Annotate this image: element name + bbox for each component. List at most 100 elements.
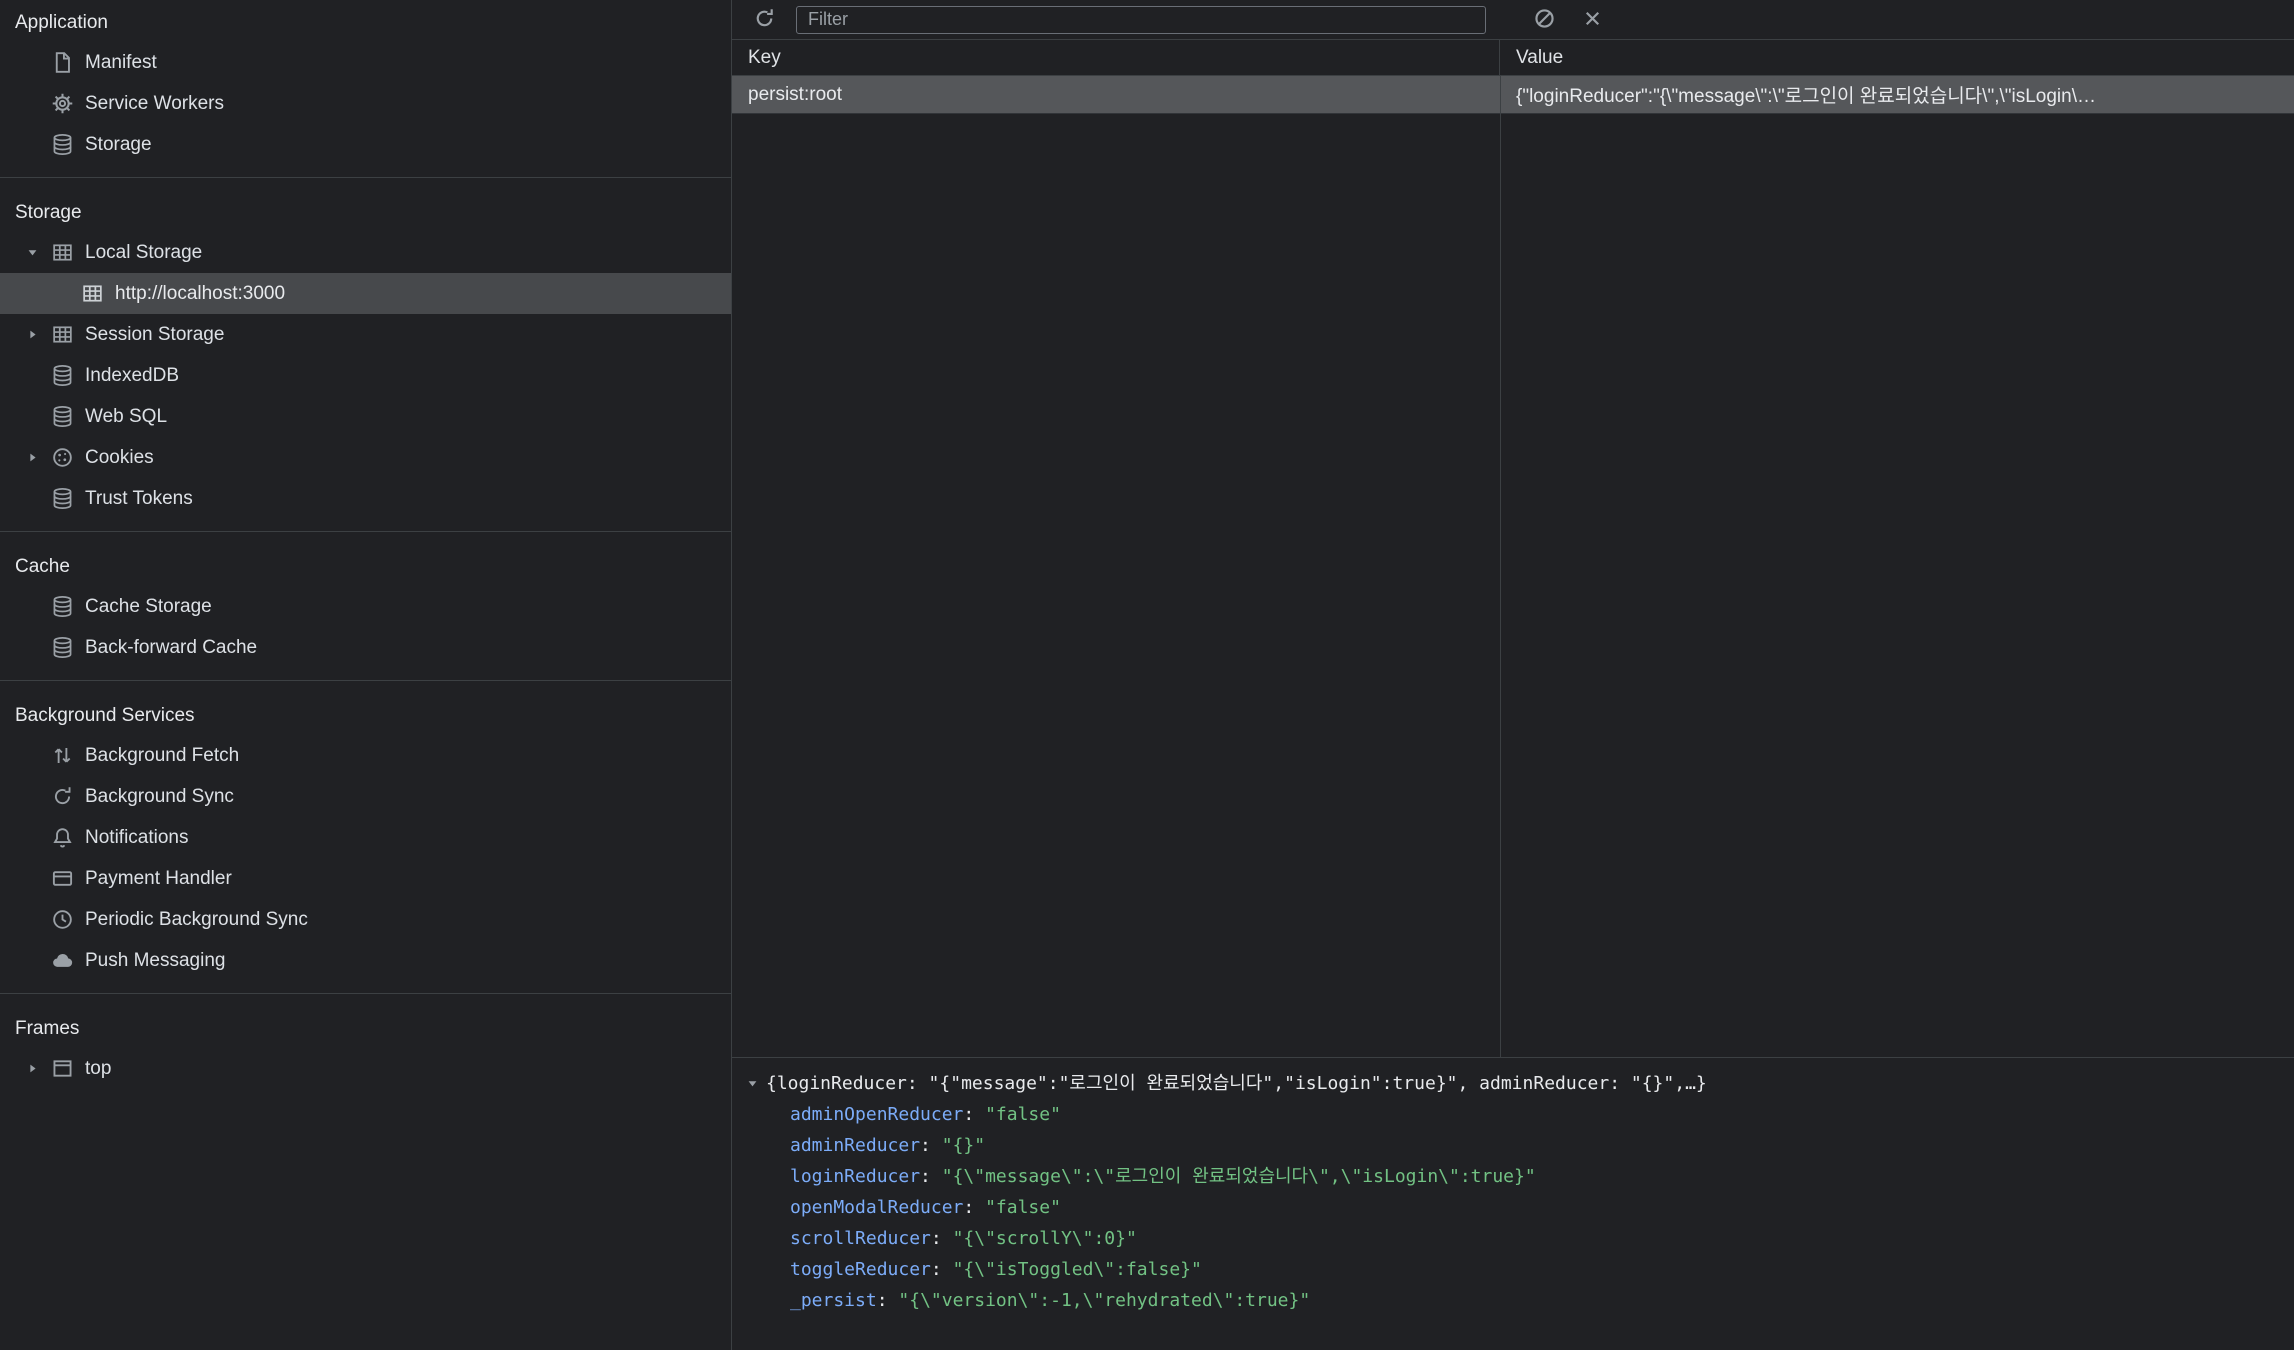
sidebar-item-label: Storage xyxy=(85,134,152,156)
column-header-key[interactable]: Key xyxy=(732,40,1500,75)
section-title: Application xyxy=(0,0,731,42)
filter-input[interactable] xyxy=(808,9,1474,30)
sidebar-item-indexeddb[interactable]: IndexedDB xyxy=(0,355,731,396)
sidebar-item-label: Periodic Background Sync xyxy=(85,909,308,931)
sidebar-item-label: Web SQL xyxy=(85,406,167,428)
property-colon: : xyxy=(963,1104,985,1125)
preview-entry: adminReducer: "{}" xyxy=(790,1130,2278,1161)
sidebar-item-trust-tokens[interactable]: Trust Tokens xyxy=(0,478,731,519)
property-name: adminOpenReducer xyxy=(790,1104,963,1125)
table-icon xyxy=(50,241,74,265)
sidebar-item-session-storage[interactable]: Session Storage xyxy=(0,314,731,355)
property-name: toggleReducer xyxy=(790,1259,931,1280)
row-value: {"loginReducer":"{\"message\":\"로그인이 완료되… xyxy=(1500,81,2294,108)
column-header-value[interactable]: Value xyxy=(1500,40,2294,75)
gear-icon xyxy=(50,92,74,116)
sidebar-item-notifications[interactable]: Notifications xyxy=(0,817,731,858)
sidebar-item-service-workers[interactable]: Service Workers xyxy=(0,83,731,124)
sidebar-item-local-storage[interactable]: Local Storage xyxy=(0,232,731,273)
sidebar-item-manifest[interactable]: Manifest xyxy=(0,42,731,83)
preview-entry: _persist: "{\"version\":-1,\"rehydrated\… xyxy=(790,1285,2278,1316)
sidebar-item-web-sql[interactable]: Web SQL xyxy=(0,396,731,437)
sidebar-item-label: Local Storage xyxy=(85,242,202,264)
sidebar-section-cache: Cache Cache Storage Back-forward Cache xyxy=(0,532,731,681)
clock-icon xyxy=(50,908,74,932)
sidebar-item-label: IndexedDB xyxy=(85,365,179,387)
preview-entry: adminOpenReducer: "false" xyxy=(790,1099,2278,1130)
property-value: "{\"message\":\"로그인이 완료되었습니다\",\"isLogin… xyxy=(942,1166,1536,1187)
triangle-collapsed-icon[interactable] xyxy=(26,328,50,341)
close-icon xyxy=(1581,7,1604,33)
sidebar-item-label: Back-forward Cache xyxy=(85,637,257,659)
clear-all-icon xyxy=(1533,7,1556,33)
clear-all-button[interactable] xyxy=(1528,4,1560,36)
property-value: "{\"version\":-1,\"rehydrated\":true}" xyxy=(898,1290,1310,1311)
sidebar-item-label: Service Workers xyxy=(85,93,224,115)
property-name: openModalReducer xyxy=(790,1197,963,1218)
section-title: Storage xyxy=(0,178,731,232)
sidebar-item-back-forward-cache[interactable]: Back-forward Cache xyxy=(0,627,731,668)
sidebar-item-periodic-background-sync[interactable]: Periodic Background Sync xyxy=(0,899,731,940)
property-name: _persist xyxy=(790,1290,877,1311)
sidebar-item-label: Cache Storage xyxy=(85,596,212,618)
delete-selected-button[interactable] xyxy=(1576,4,1608,36)
sidebar-item-label: Background Fetch xyxy=(85,745,239,767)
column-resize-divider[interactable] xyxy=(1500,76,1501,1057)
property-name: scrollReducer xyxy=(790,1228,931,1249)
table-row[interactable]: persist:root{"loginReducer":"{\"message\… xyxy=(732,76,2294,114)
preview-summary-row[interactable]: {loginReducer: "{"message":"로그인이 완료되었습니다… xyxy=(746,1068,2278,1099)
section-title: Cache xyxy=(0,532,731,586)
local-storage-panel: Key Value persist:root{"loginReducer":"{… xyxy=(732,0,2294,1350)
triangle-expanded-icon[interactable] xyxy=(746,1068,766,1099)
sidebar-section-application: Application Manifest Service Workers Storag… xyxy=(0,0,731,178)
preview-summary: {loginReducer: "{"message":"로그인이 완료되었습니다… xyxy=(766,1068,1707,1099)
value-preview-pane: {loginReducer: "{"message":"로그인이 완료되었습니다… xyxy=(732,1057,2294,1350)
sidebar-item-push-messaging[interactable]: Push Messaging xyxy=(0,940,731,981)
column-value-label: Value xyxy=(1516,47,1563,69)
sidebar-section-background-services: Background ServicesBackground FetchBackg… xyxy=(0,681,731,994)
table-header: Key Value xyxy=(732,40,2294,76)
property-value: "false" xyxy=(985,1104,1061,1125)
sync-icon xyxy=(50,785,74,809)
sidebar-item-label: Session Storage xyxy=(85,324,224,346)
property-name: adminReducer xyxy=(790,1135,920,1156)
sidebar-item-label: Manifest xyxy=(85,52,157,74)
sidebar-item-payment-handler[interactable]: Payment Handler xyxy=(0,858,731,899)
sidebar-section-frames: Frames top xyxy=(0,994,731,1101)
preview-entries: adminOpenReducer: "false"adminReducer: "… xyxy=(746,1099,2278,1316)
frame-icon xyxy=(50,1057,74,1081)
sidebar-item-label: Push Messaging xyxy=(85,950,225,972)
sidebar-item-background-sync[interactable]: Background Sync xyxy=(0,776,731,817)
database-icon xyxy=(50,595,74,619)
database-icon xyxy=(50,405,74,429)
property-name: loginReducer xyxy=(790,1166,920,1187)
triangle-expanded-icon[interactable] xyxy=(26,246,50,259)
row-key: persist:root xyxy=(732,84,1500,106)
property-colon: : xyxy=(963,1197,985,1218)
sidebar-item-label: top xyxy=(85,1058,111,1080)
refresh-icon xyxy=(753,7,776,33)
sidebar-section-storage: Storage Local Storage http://localhost:300… xyxy=(0,178,731,532)
sidebar-item-background-fetch[interactable]: Background Fetch xyxy=(0,735,731,776)
cloud-icon xyxy=(50,949,74,973)
sidebar-item-label: Trust Tokens xyxy=(85,488,193,510)
storage-table-body: persist:root{"loginReducer":"{\"message\… xyxy=(732,76,2294,1057)
sidebar-item-storage[interactable]: Storage xyxy=(0,124,731,165)
property-colon: : xyxy=(877,1290,899,1311)
refresh-button[interactable] xyxy=(748,4,780,36)
sidebar-item-http-localhost-3000[interactable]: http://localhost:3000 xyxy=(0,273,731,314)
triangle-collapsed-icon[interactable] xyxy=(26,451,50,464)
section-title: Frames xyxy=(0,994,731,1048)
sidebar-item-cache-storage[interactable]: Cache Storage xyxy=(0,586,731,627)
sidebar-item-label: Payment Handler xyxy=(85,868,232,890)
bell-icon xyxy=(50,826,74,850)
sidebar-item-cookies[interactable]: Cookies xyxy=(0,437,731,478)
fetch-arrows-icon xyxy=(50,744,74,768)
sidebar-item-top[interactable]: top xyxy=(0,1048,731,1089)
property-value: "false" xyxy=(985,1197,1061,1218)
database-icon xyxy=(50,636,74,660)
storage-toolbar xyxy=(732,0,2294,40)
column-key-label: Key xyxy=(748,47,781,69)
document-icon xyxy=(50,51,74,75)
triangle-collapsed-icon[interactable] xyxy=(26,1062,50,1075)
